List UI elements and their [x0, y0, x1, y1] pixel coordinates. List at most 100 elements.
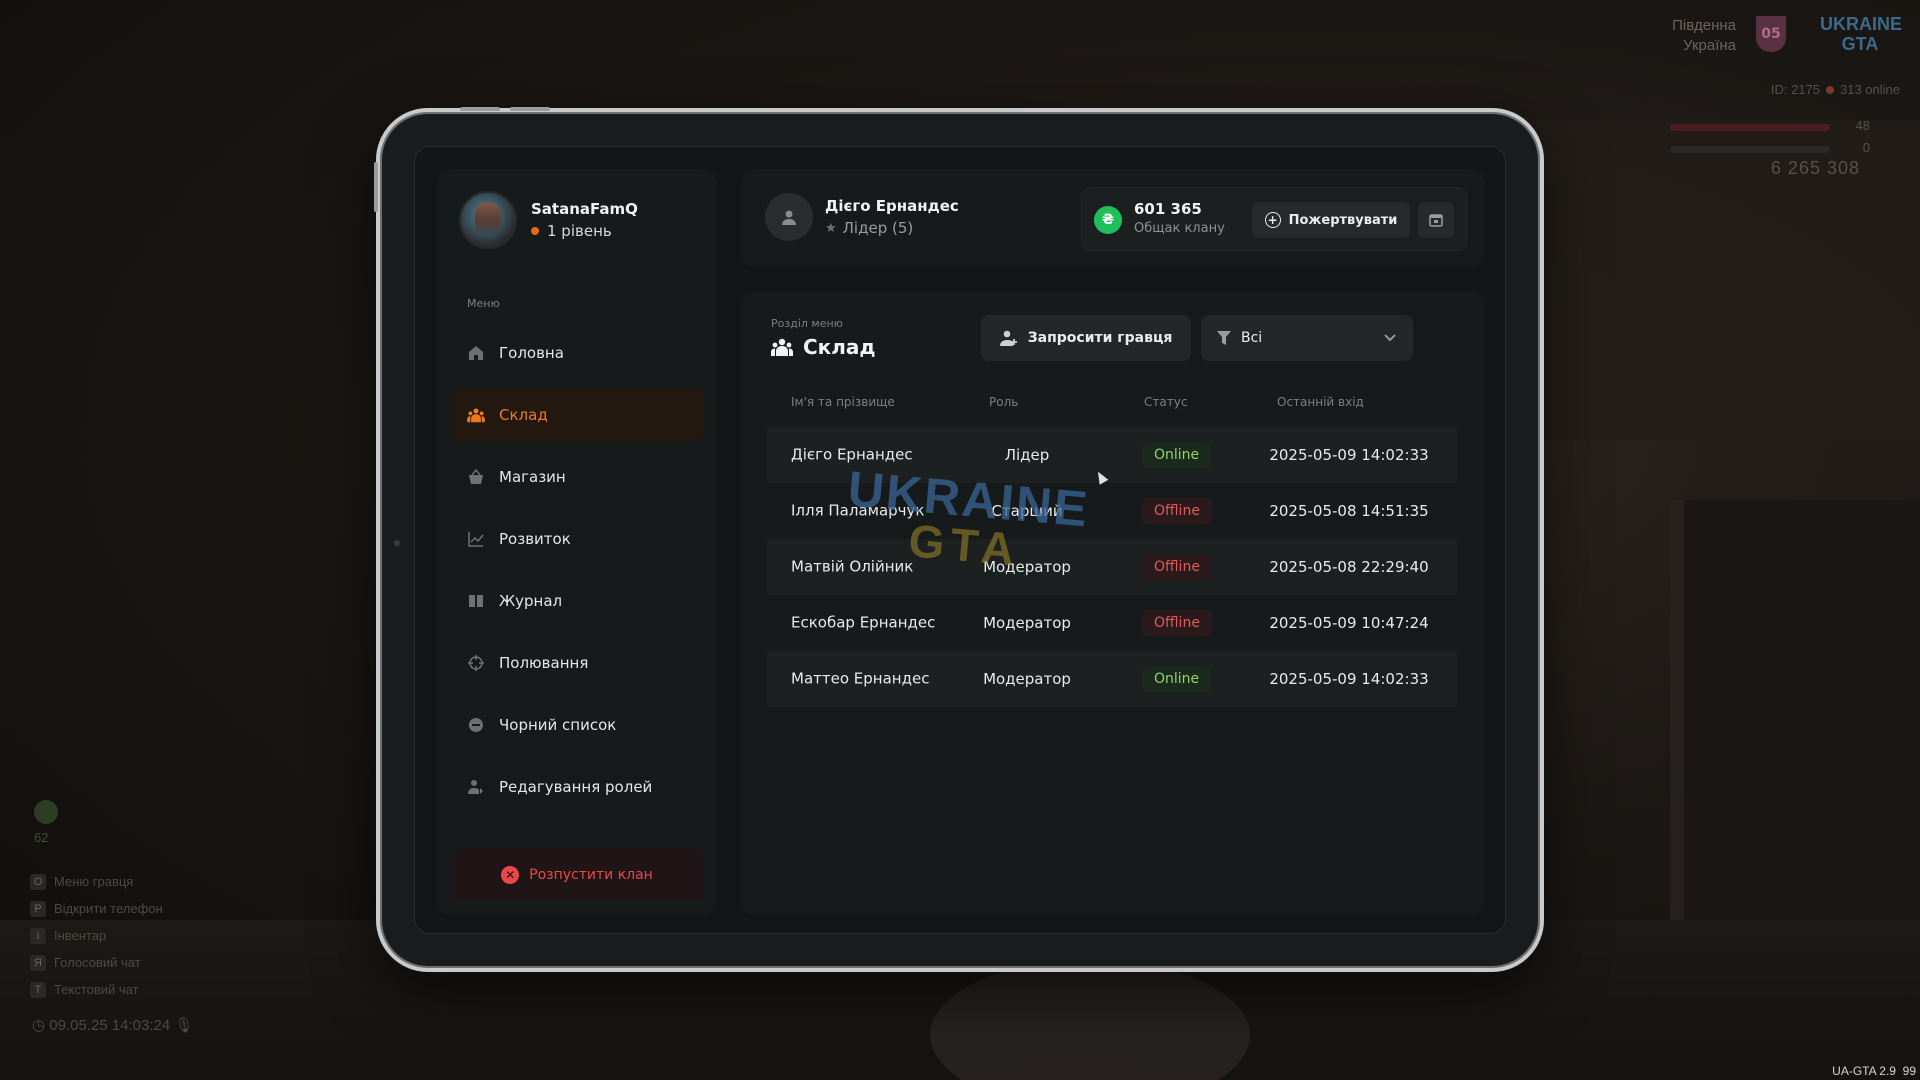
status-badge: Offline	[1142, 554, 1212, 580]
hint-row: O Меню гравця	[30, 868, 163, 895]
member-last-login: 2025-05-09 10:47:24	[1269, 614, 1429, 632]
hint-row: Я Голосовий чат	[30, 949, 163, 976]
sidebar-item-5[interactable]: Полювання	[451, 637, 703, 689]
bank-amount: 601 365	[1134, 200, 1202, 218]
section-caption: Розділ меню	[771, 317, 843, 330]
donate-button[interactable]: + Пожертвувати	[1252, 202, 1410, 238]
status-badge: Online	[1142, 442, 1212, 468]
plus-icon: +	[1264, 212, 1281, 228]
chart-icon	[467, 530, 485, 548]
column-status: Статус	[1144, 395, 1188, 409]
member-last-login: 2025-05-09 14:02:33	[1269, 446, 1429, 464]
member-role: Лідер	[1004, 446, 1050, 464]
star-icon: ★	[825, 220, 837, 236]
invite-player-button[interactable]: Запросити гравця	[981, 315, 1191, 361]
level-dot-icon	[531, 227, 539, 235]
hint-row: T Текстовий чат	[30, 976, 163, 1003]
sidebar-item-label: Магазин	[499, 468, 566, 486]
status-badge: Offline	[1142, 610, 1212, 636]
table-header: Ім'я та прізвище Роль Статус Останній вх…	[767, 395, 1457, 415]
hint-label: Меню гравця	[54, 874, 134, 889]
hint-key: Я	[30, 954, 46, 971]
members-table: Дієго Ернандес Лідер Online 2025-05-09 14:0…	[767, 427, 1457, 707]
hint-label: Текстовий чат	[54, 982, 139, 997]
column-name: Ім'я та прізвище	[791, 395, 895, 409]
member-last-login: 2025-05-08 22:29:40	[1269, 558, 1429, 576]
sidebar-item-7[interactable]: Редагування ролей	[451, 761, 703, 813]
ping-icon	[34, 800, 58, 824]
tablet-button	[510, 107, 550, 111]
page-title: Склад	[771, 335, 876, 359]
tablet-button	[460, 107, 500, 111]
game-clock: ◷ 09.05.25 14:03:24 🎙	[32, 1017, 194, 1034]
user-edit-icon	[467, 778, 485, 796]
bank-label: Общак клану	[1134, 221, 1225, 236]
sidebar-item-label: Редагування ролей	[499, 778, 653, 796]
status-badge: Online	[1142, 666, 1212, 692]
sidebar-item-0[interactable]: Головна	[451, 327, 703, 379]
user-icon	[765, 193, 813, 241]
close-circle-icon: ✕	[501, 866, 520, 884]
tablet-side-button	[374, 162, 378, 212]
table-row[interactable]: Матвій Олійник Модератор Offline 2025-05-08…	[767, 539, 1457, 595]
members-panel: Розділ меню Склад Запросити гравця Всі І…	[741, 291, 1485, 915]
leader-info: Дієго Ернандес ★ Лідер (5)	[765, 193, 959, 241]
hint-label: Голосовий чат	[54, 955, 141, 970]
hint-label: Відкрити телефон	[54, 901, 163, 916]
tablet-screen: SatanaFamQ 1 рівень Меню Головна Склад Маг…	[414, 146, 1506, 934]
column-last-login: Останній вхід	[1277, 395, 1364, 409]
hint-key: P	[30, 900, 46, 917]
sidebar-item-2[interactable]: Магазин	[451, 451, 703, 503]
member-name: Ілля Паламарчук	[791, 501, 925, 520]
crosshair-icon	[467, 654, 485, 672]
sidebar-item-6[interactable]: Чорний список	[451, 699, 703, 751]
hint-row: I Інвентар	[30, 922, 163, 949]
table-row[interactable]: Маттео Ернандес Модератор Online 2025-05-09…	[767, 651, 1457, 707]
sidebar-item-label: Полювання	[499, 654, 589, 672]
calendar-icon	[1429, 214, 1443, 227]
version-label: UA-GTA 2.9 99	[1832, 1064, 1916, 1078]
clan-bank: ₴ 601 365 Общак клану + Пожертвувати	[1081, 187, 1467, 251]
sidebar-item-label: Журнал	[499, 592, 563, 610]
hryvnia-icon: ₴	[1094, 206, 1122, 234]
table-row[interactable]: Дієго Ернандес Лідер Online 2025-05-09 14:0…	[767, 427, 1457, 483]
status-badge: Offline	[1142, 498, 1212, 524]
clan-header: Дієго Ернандес ★ Лідер (5) ₴ 601 365 Общ…	[741, 169, 1485, 267]
members-icon	[467, 406, 485, 424]
menu-caption: Меню	[467, 297, 500, 310]
members-icon	[771, 338, 793, 356]
member-name: Ескобар Ернандес	[791, 613, 936, 632]
member-role: Модератор	[983, 670, 1071, 688]
hint-key: O	[30, 873, 46, 890]
calendar-button[interactable]	[1418, 202, 1454, 238]
sidebar-item-1[interactable]: Склад	[451, 389, 703, 441]
tablet-frame: SatanaFamQ 1 рівень Меню Головна Склад Маг…	[374, 107, 1544, 972]
member-last-login: 2025-05-09 14:02:33	[1269, 670, 1429, 688]
basket-icon	[467, 468, 485, 486]
book-icon	[467, 592, 485, 610]
health-bar	[1670, 124, 1830, 131]
armor-bar	[1670, 146, 1830, 153]
region-badge: 05	[1756, 16, 1786, 52]
sidebar-item-label: Чорний список	[499, 716, 617, 734]
disband-clan-button[interactable]: ✕ Розпустити клан	[451, 849, 703, 901]
money-display: 6 265 308	[1770, 158, 1860, 178]
sidebar-item-4[interactable]: Журнал	[451, 575, 703, 627]
profile-name: SatanaFamQ	[531, 200, 638, 218]
member-name: Матвій Олійник	[791, 557, 914, 576]
column-role: Роль	[989, 395, 1019, 409]
hint-key: I	[30, 927, 46, 944]
role-filter-select[interactable]: Всі	[1201, 315, 1413, 361]
home-icon	[467, 344, 485, 362]
hint-key: T	[30, 981, 46, 998]
table-row[interactable]: Ескобар Ернандес Модератор Offline 2025-05-…	[767, 595, 1457, 651]
leader-role: ★ Лідер (5)	[825, 219, 914, 237]
sidebar-menu: Головна Склад Магазин Розвиток Журнал Полюван…	[451, 327, 703, 823]
table-row[interactable]: Ілля Паламарчук Старший Offline 2025-05-08 …	[767, 483, 1457, 539]
armor-value: 0	[1862, 140, 1870, 155]
sidebar-item-label: Головна	[499, 344, 564, 362]
chevron-down-icon	[1384, 334, 1396, 342]
leader-name: Дієго Ернандес	[825, 197, 959, 215]
hud-region-name: Південна Україна	[1672, 17, 1736, 54]
sidebar-item-3[interactable]: Розвиток	[451, 513, 703, 565]
